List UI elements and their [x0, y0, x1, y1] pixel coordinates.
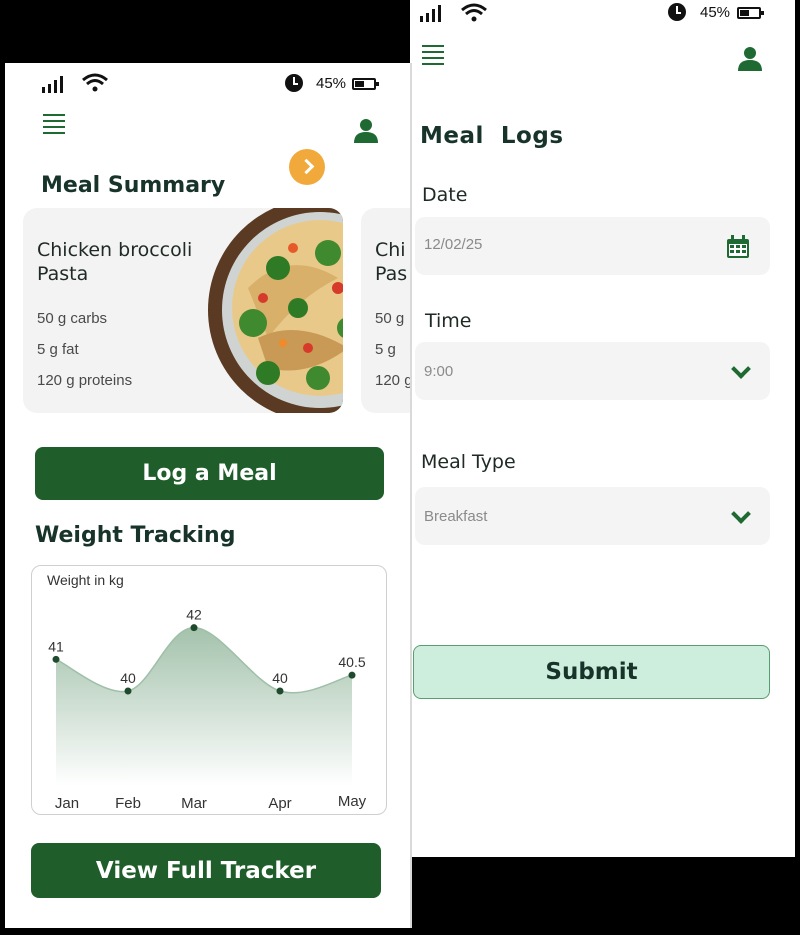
fat-value: 5 g fat [37, 341, 79, 358]
x-tick-label: Jan [55, 795, 79, 812]
weight-chart: Weight in kg 41 Jan 40 Feb 42 Mar 40 Apr 40.5 May [31, 565, 387, 815]
user-profile-icon[interactable] [353, 117, 379, 143]
wifi-icon [461, 3, 487, 22]
meal-name: Chi Pas [375, 239, 408, 285]
signal-icon [42, 76, 63, 93]
chevron-down-icon[interactable] [731, 504, 751, 524]
battery-percent: 45% [700, 4, 731, 21]
menu-icon[interactable] [43, 114, 65, 134]
data-point [52, 655, 60, 663]
meal-type-value: Breakfast [424, 508, 488, 525]
chevron-down-icon[interactable] [731, 359, 751, 379]
battery-icon [352, 78, 379, 90]
meal-card[interactable]: Chicken broccoli Pasta 50 g carbs 5 g fa… [23, 208, 343, 413]
data-point [190, 624, 198, 632]
carbs-value: 50 g [375, 310, 405, 327]
log-meal-button[interactable]: Log a Meal [35, 447, 384, 500]
data-label: 40 [272, 670, 288, 686]
battery-percent: 45% [316, 75, 347, 92]
menu-icon[interactable] [422, 45, 444, 65]
wifi-icon [82, 73, 108, 92]
meal-summary-screen: 45% Meal Summary Chicken broccoli Pasta … [5, 63, 410, 928]
weight-tracking-title: Weight Tracking [35, 523, 236, 548]
time-value: 9:00 [424, 363, 454, 380]
meal-logs-screen: 45% Meal Logs Date 12/02/25 Time 9:00 Me… [410, 0, 795, 857]
clock-icon [285, 74, 303, 92]
clock-icon [668, 3, 686, 21]
x-tick-label: Mar [181, 795, 207, 812]
date-value: 12/02/25 [424, 236, 483, 253]
x-tick-label: Feb [115, 795, 141, 812]
protein-value: 120 g proteins [37, 372, 133, 389]
meal-card-next[interactable]: Chi Pas 50 g 5 g 120 g [361, 208, 410, 413]
data-point [124, 687, 132, 695]
time-label: Time [425, 310, 472, 332]
meal-image [208, 208, 343, 413]
page-title: Meal Summary [41, 173, 226, 198]
status-bar: 45% [5, 63, 410, 95]
signal-icon [420, 5, 441, 22]
x-tick-label: May [338, 793, 367, 810]
data-label: 40 [120, 670, 136, 686]
next-arrow-button[interactable] [289, 149, 325, 185]
battery-icon [737, 7, 764, 19]
view-full-tracker-button[interactable]: View Full Tracker [31, 843, 381, 898]
meal-type-select[interactable]: Breakfast [415, 487, 770, 545]
weight-chart-svg: Weight in kg 41 Jan 40 Feb 42 Mar 40 Apr 40.5 May [47, 572, 367, 812]
calendar-icon[interactable] [726, 235, 750, 259]
submit-button[interactable]: Submit [413, 645, 770, 699]
data-point [348, 671, 356, 679]
y-axis-label: Weight in kg [47, 572, 124, 588]
user-profile-icon[interactable] [737, 45, 763, 71]
status-bar: 45% [410, 0, 795, 32]
protein-value: 120 g [375, 372, 410, 389]
time-select[interactable]: 9:00 [415, 342, 770, 400]
meal-type-label: Meal Type [421, 451, 516, 473]
weight-area [56, 627, 352, 786]
date-field[interactable]: 12/02/25 [415, 217, 770, 275]
date-label: Date [422, 184, 468, 206]
x-tick-label: Apr [268, 795, 291, 812]
fat-value: 5 g [375, 341, 396, 358]
meal-name: Chicken broccoli Pasta [37, 239, 193, 285]
data-point [276, 687, 284, 695]
carbs-value: 50 g carbs [37, 310, 108, 327]
page-title: Meal Logs [420, 123, 564, 149]
data-label: 40.5 [338, 654, 365, 670]
data-label: 42 [186, 607, 202, 623]
data-label: 41 [48, 638, 64, 654]
